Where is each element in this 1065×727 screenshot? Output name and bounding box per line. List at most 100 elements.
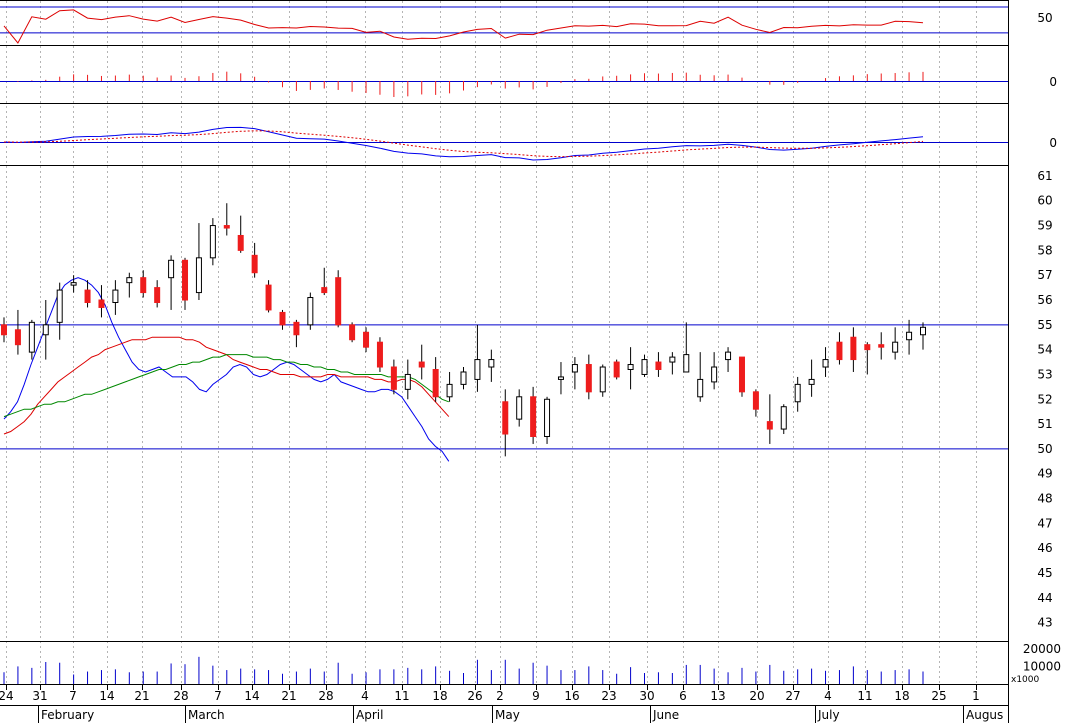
volume-tick-label: 10000 bbox=[1023, 660, 1061, 674]
candle-body bbox=[766, 421, 773, 430]
price-tick-label: 47 bbox=[1037, 516, 1052, 530]
candle-body bbox=[209, 225, 216, 259]
x-month-label: June bbox=[652, 708, 679, 722]
candle-body bbox=[850, 336, 857, 361]
x-day-label: 7 bbox=[214, 689, 222, 703]
price-tick-label: 56 bbox=[1037, 293, 1052, 307]
candle-body bbox=[335, 277, 342, 326]
candle-body bbox=[363, 331, 370, 348]
candle-body bbox=[920, 326, 926, 336]
candle-body bbox=[738, 356, 745, 393]
candle-body bbox=[627, 364, 634, 370]
x-day-label: 25 bbox=[931, 689, 946, 703]
x-month-label: April bbox=[356, 708, 383, 722]
candle-body bbox=[349, 324, 356, 341]
price-tick-label: 43 bbox=[1037, 616, 1052, 630]
candle-body bbox=[655, 361, 662, 370]
macd-signal-line bbox=[3, 130, 924, 158]
candle-body bbox=[599, 366, 606, 393]
x-day-label: 24 bbox=[0, 689, 14, 703]
candle-body bbox=[725, 351, 732, 361]
candle-body bbox=[641, 359, 648, 375]
stock-chart: 61 60 59 58 57 56 55 54 53 52 51 50 49 48 47 46 45 44 43 50… bbox=[0, 0, 1065, 723]
x-day-label: 20 bbox=[749, 689, 764, 703]
candle-body bbox=[683, 354, 690, 373]
price-tick-label: 51 bbox=[1037, 417, 1052, 431]
price-tick-label: 44 bbox=[1037, 591, 1052, 605]
candle-body bbox=[530, 396, 537, 438]
candle-body bbox=[56, 289, 63, 323]
price-tick-label: 55 bbox=[1037, 318, 1052, 332]
volume-unit-label: x1000 bbox=[1011, 675, 1040, 685]
volume-layer bbox=[3, 656, 924, 684]
x-day-label: 4 bbox=[824, 689, 832, 703]
price-tick-label: 53 bbox=[1037, 367, 1052, 381]
x-day-label: 9 bbox=[532, 689, 540, 703]
x-day-label: 21 bbox=[134, 689, 149, 703]
candle-body bbox=[418, 361, 425, 368]
candle-body bbox=[516, 396, 523, 420]
candle-body bbox=[571, 364, 578, 373]
candle-body bbox=[906, 331, 913, 341]
x-day-label: 6 bbox=[679, 689, 687, 703]
candle-body bbox=[864, 344, 871, 351]
candle-body bbox=[794, 383, 801, 403]
macd-tick-label: 0 bbox=[1049, 136, 1057, 150]
candle-body bbox=[460, 371, 467, 385]
x-day-label: 14 bbox=[99, 689, 114, 703]
candle-body bbox=[613, 361, 620, 378]
candle-body bbox=[669, 356, 676, 363]
candle-body bbox=[544, 398, 551, 438]
candle-body bbox=[84, 289, 91, 303]
x-day-label: 13 bbox=[710, 689, 725, 703]
candle-body bbox=[836, 341, 843, 361]
candle-body bbox=[307, 297, 314, 326]
candle-body bbox=[808, 378, 815, 385]
candle-body bbox=[404, 373, 411, 390]
candle-body bbox=[488, 359, 495, 368]
x-month-label: February bbox=[41, 708, 94, 722]
candle-body bbox=[98, 299, 105, 308]
price-tick-label: 46 bbox=[1037, 541, 1052, 555]
candle-body bbox=[878, 344, 885, 348]
candle-body bbox=[321, 287, 328, 294]
x-day-label: 11 bbox=[394, 689, 409, 703]
price-tick-label: 54 bbox=[1037, 343, 1052, 357]
price-tick-label: 61 bbox=[1037, 169, 1052, 183]
chart-canvas: 6160595857565554535251504948474645444350… bbox=[0, 0, 1061, 723]
volume-tick-label: 20000 bbox=[1023, 642, 1061, 656]
x-day-label: 30 bbox=[639, 689, 654, 703]
candle-body bbox=[502, 401, 509, 435]
candle-body bbox=[376, 341, 383, 368]
ma-short-line bbox=[3, 277, 450, 462]
price-tick-label: 58 bbox=[1037, 243, 1052, 257]
x-month-label: March bbox=[188, 708, 225, 722]
x-day-label: 23 bbox=[601, 689, 616, 703]
candle-body bbox=[697, 378, 704, 398]
x-day-label: 2 bbox=[496, 689, 504, 703]
macd-line bbox=[3, 126, 924, 161]
candle-body bbox=[892, 341, 899, 353]
candle-body bbox=[293, 321, 300, 336]
candle-body bbox=[1, 324, 7, 336]
x-day-label: 28 bbox=[318, 689, 333, 703]
x-day-label: 11 bbox=[857, 689, 872, 703]
candle-body bbox=[557, 376, 564, 380]
candle-body bbox=[223, 225, 230, 229]
candle-body bbox=[112, 289, 119, 303]
candle-body bbox=[195, 257, 202, 294]
price-tick-label: 57 bbox=[1037, 268, 1052, 282]
rsi-tick-label: 50 bbox=[1037, 11, 1052, 25]
candlestick-layer bbox=[1, 203, 926, 457]
candle-body bbox=[780, 406, 787, 430]
x-day-label: 21 bbox=[281, 689, 296, 703]
candle-body bbox=[585, 364, 592, 393]
candle-body bbox=[140, 277, 147, 294]
price-tick-label: 52 bbox=[1037, 392, 1052, 406]
candle-body bbox=[168, 259, 175, 279]
candle-body bbox=[14, 329, 21, 346]
price-tick-label: 45 bbox=[1037, 566, 1052, 580]
x-month-label: Augus bbox=[966, 708, 1003, 722]
price-tick-label: 48 bbox=[1037, 492, 1052, 506]
candle-body bbox=[237, 234, 244, 251]
